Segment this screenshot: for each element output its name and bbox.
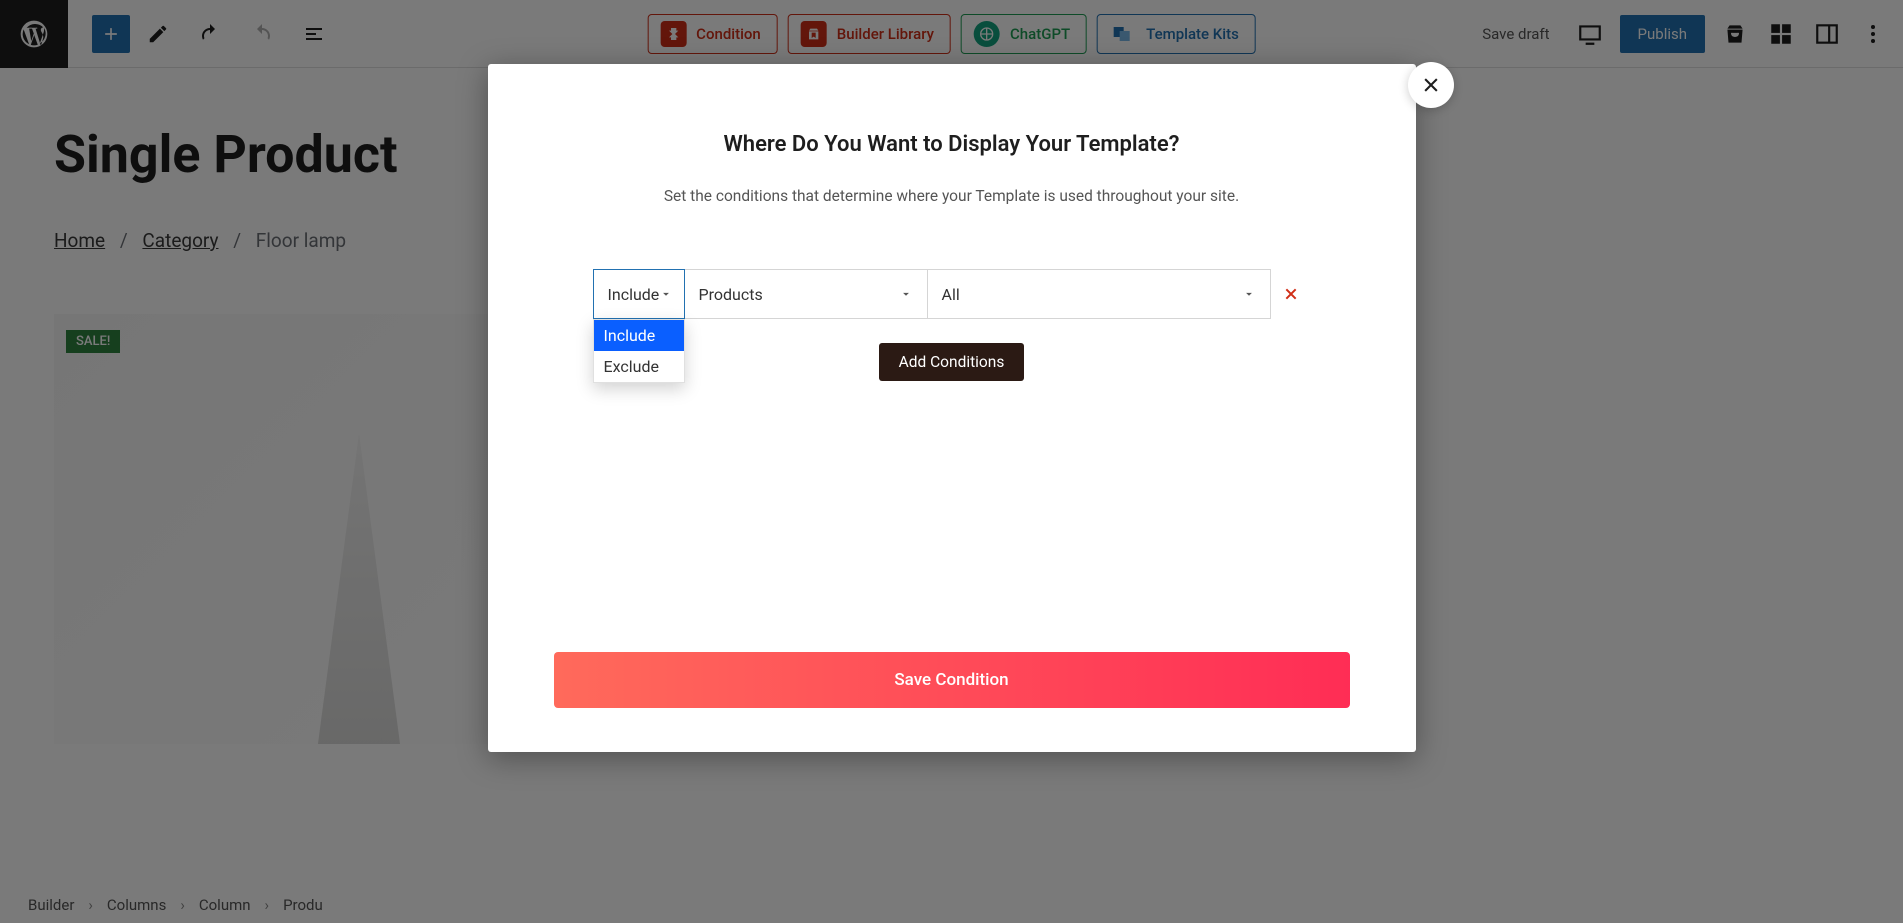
dropdown-option-exclude[interactable]: Exclude xyxy=(594,351,684,382)
modal-title: Where Do You Want to Display Your Templa… xyxy=(554,132,1350,157)
select-include-exclude[interactable]: Include Include Exclude xyxy=(593,269,685,319)
modal-subtitle: Set the conditions that determine where … xyxy=(554,187,1350,205)
select-location[interactable]: Products xyxy=(684,269,928,319)
delete-condition-button[interactable] xyxy=(1271,286,1311,302)
close-icon xyxy=(1421,75,1441,95)
select-value: Include xyxy=(608,285,660,304)
close-button[interactable] xyxy=(1408,62,1454,108)
select-target[interactable]: All xyxy=(927,269,1271,319)
close-icon xyxy=(1283,286,1299,302)
display-conditions-modal: Where Do You Want to Display Your Templa… xyxy=(488,64,1416,752)
dropdown-option-include[interactable]: Include xyxy=(594,320,684,351)
add-conditions-button[interactable]: Add Conditions xyxy=(879,343,1025,381)
condition-row: Include Include Exclude Products All xyxy=(554,269,1350,319)
select-value: Products xyxy=(699,285,763,304)
modal-overlay: Where Do You Want to Display Your Templa… xyxy=(0,0,1903,923)
chevron-down-icon xyxy=(899,287,913,301)
chevron-down-icon xyxy=(1242,287,1256,301)
save-condition-button[interactable]: Save Condition xyxy=(554,652,1350,708)
chevron-down-icon xyxy=(659,287,673,301)
include-exclude-dropdown: Include Exclude xyxy=(593,319,685,383)
select-value: All xyxy=(942,285,960,304)
